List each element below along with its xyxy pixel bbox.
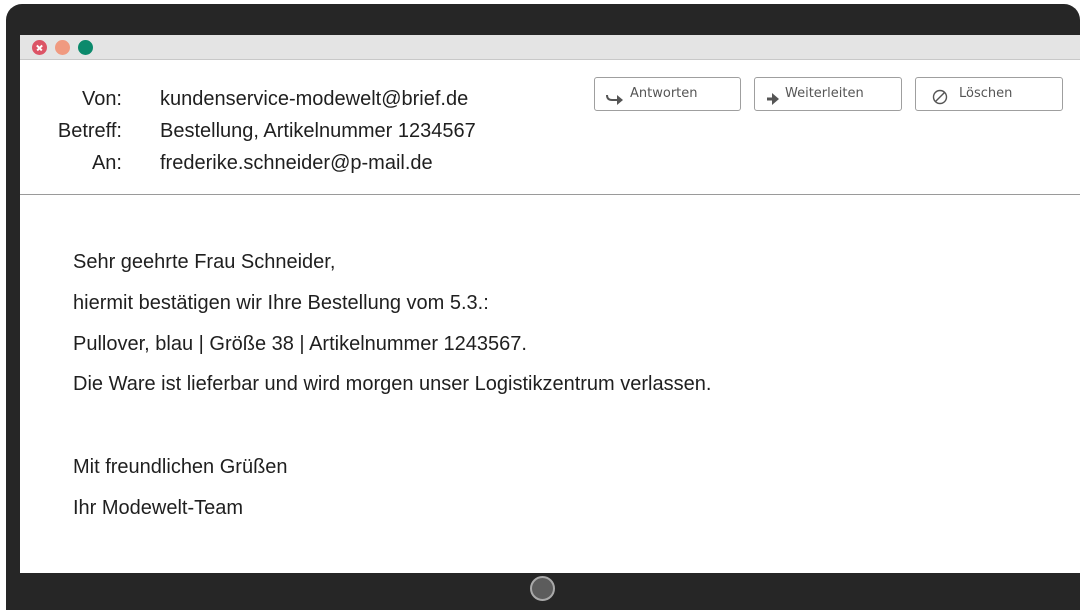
delete-label: Löschen (959, 86, 1013, 101)
subject-text: Bestellung, Artikelnummer 1234567 (160, 120, 476, 142)
subject-row: Betreff: Bestellung, Artikelnummer 12345… (20, 116, 620, 146)
reply-label: Antworten (630, 86, 698, 101)
greeting-line: Sehr geehrte Frau Schneider, (73, 251, 336, 273)
from-label: Von: (81, 88, 122, 110)
closing-line: Mit freundlichen Grüßen (73, 456, 288, 478)
no-entry-icon (932, 86, 948, 118)
forward-label: Weiterleiten (785, 86, 864, 101)
signature-line: Ihr Modewelt-Team (73, 497, 244, 519)
subject-label: Betreff: (57, 120, 122, 142)
from-row: Von: kundenservice-modewelt@brief.de (20, 84, 620, 114)
forward-button[interactable]: Weiterleiten (754, 77, 902, 111)
delete-button[interactable]: Löschen (915, 77, 1063, 111)
to-address: frederike.schneider@p-mail.de (160, 152, 433, 174)
to-row: An: frederike.schneider@p-mail.de (20, 148, 620, 178)
tablet-frame: Von: kundenservice-modewelt@brief.de Bet… (6, 4, 1080, 610)
mail-header: Von: kundenservice-modewelt@brief.de Bet… (20, 60, 1080, 195)
mail-window: Von: kundenservice-modewelt@brief.de Bet… (20, 35, 1080, 573)
body-line: Die Ware ist lieferbar und wird morgen u… (73, 373, 712, 395)
reply-arrow-icon (606, 87, 624, 119)
from-address: kundenservice-modewelt@brief.de (160, 88, 469, 110)
reply-button[interactable]: Antworten (594, 77, 741, 111)
to-label: An: (91, 152, 122, 174)
body-line: hiermit bestätigen wir Ihre Bestellung v… (73, 292, 489, 314)
forward-arrow-icon (766, 87, 780, 119)
home-button[interactable] (530, 576, 555, 601)
close-window-button[interactable] (32, 40, 47, 55)
minimize-window-button[interactable] (55, 40, 70, 55)
body-line: Pullover, blau | Größe 38 | Artikelnumme… (73, 333, 527, 355)
window-titlebar (20, 35, 1080, 60)
maximize-window-button[interactable] (78, 40, 93, 55)
